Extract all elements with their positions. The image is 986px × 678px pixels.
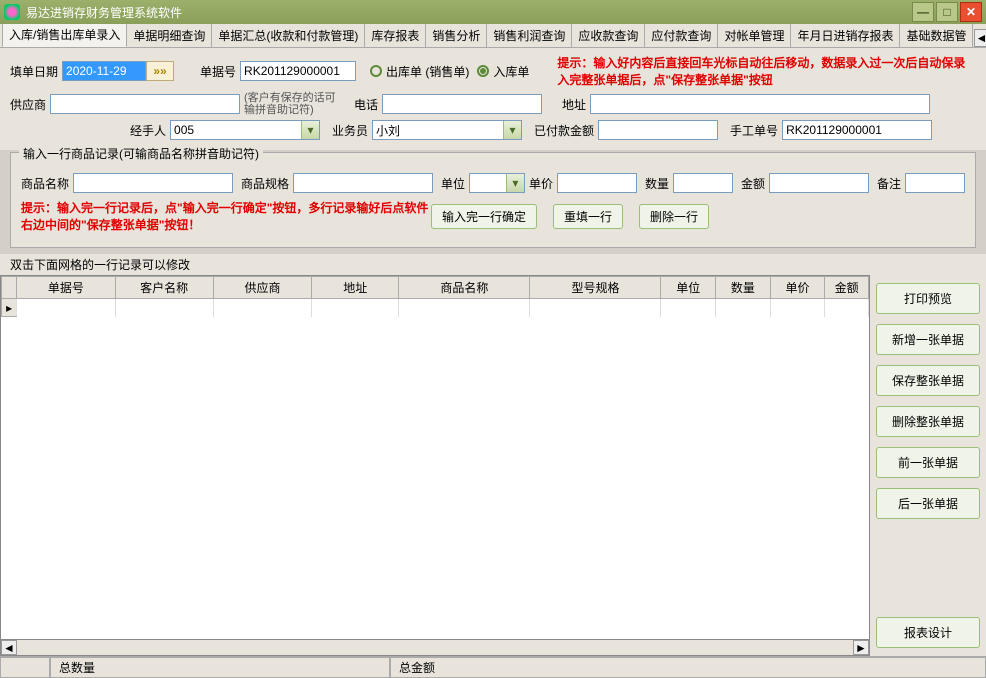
manual-label: 手工单号 (730, 122, 778, 139)
col-amount[interactable]: 金额 (825, 277, 869, 299)
close-button[interactable]: ✕ (960, 2, 982, 22)
item-hint: 提示：输入完一行记录后，点"输入完一行确定"按钮，多行记录输好后点软件右边中间的… (21, 199, 431, 233)
tab-payable[interactable]: 应付款查询 (644, 24, 718, 47)
tab-report[interactable]: 年月日进销存报表 (790, 24, 900, 47)
date-label: 填单日期 (10, 63, 58, 80)
total-qty-label: 总数量 (50, 657, 390, 678)
item-remark-label: 备注 (877, 175, 901, 192)
phone-label: 电话 (354, 96, 378, 113)
app-icon (4, 4, 20, 20)
header-form: 填单日期 »» 单据号 出库单 (销售单) 入库单 提示：输入好内容后直接回车光… (0, 48, 986, 150)
reset-line-button[interactable]: 重填一行 (553, 204, 623, 229)
item-amount-label: 金额 (741, 175, 765, 192)
col-spec[interactable]: 型号规格 (530, 277, 661, 299)
supplier-label: 供应商 (10, 96, 46, 113)
scroll-left-icon[interactable]: ◄ (1, 640, 17, 655)
phone-input[interactable] (382, 94, 542, 114)
total-amt-label: 总金额 (390, 657, 986, 678)
new-doc-button[interactable]: 新增一张单据 (876, 324, 980, 355)
window-title: 易达进销存财务管理系统软件 (26, 4, 912, 21)
col-price[interactable]: 单价 (770, 277, 825, 299)
save-doc-button[interactable]: 保存整张单据 (876, 365, 980, 396)
item-spec-input[interactable] (293, 173, 433, 193)
tab-entry[interactable]: 入库/销售出库单录入 (2, 24, 127, 47)
prev-doc-button[interactable]: 前一张单据 (876, 447, 980, 478)
tab-basedata[interactable]: 基础数据管 (899, 24, 973, 47)
item-name-label: 商品名称 (21, 175, 69, 192)
delete-line-button[interactable]: 删除一行 (639, 204, 709, 229)
date-input[interactable] (62, 61, 146, 81)
docno-input[interactable] (240, 61, 356, 81)
data-grid[interactable]: 单据号 客户名称 供应商 地址 商品名称 型号规格 单位 数量 单价 金额 ▸ (0, 275, 870, 640)
radio-inbound[interactable]: 入库单 (477, 63, 529, 80)
col-unit[interactable]: 单位 (661, 277, 716, 299)
next-doc-button[interactable]: 后一张单据 (876, 488, 980, 519)
col-qty[interactable]: 数量 (716, 277, 771, 299)
grid-label: 双击下面网格的一行记录可以修改 (0, 254, 986, 275)
tab-statement[interactable]: 对帐单管理 (717, 24, 791, 47)
handler-label: 经手人 (130, 122, 166, 139)
delete-doc-button[interactable]: 删除整张单据 (876, 406, 980, 437)
tab-detail[interactable]: 单据明细查询 (126, 24, 212, 47)
col-address[interactable]: 地址 (312, 277, 399, 299)
supplier-hint: (客户有保存的话可输拼音助记符) (244, 92, 344, 116)
item-remark-input[interactable] (905, 173, 965, 193)
grid-hscroll[interactable]: ◄ ► (0, 640, 870, 656)
action-sidebar: 打印预览 新增一张单据 保存整张单据 删除整张单据 前一张单据 后一张单据 报表… (870, 275, 986, 656)
chevron-down-icon[interactable]: ▾ (301, 121, 319, 139)
clerk-select[interactable]: 小刘 ▾ (372, 120, 522, 140)
paid-label: 已付款金额 (534, 122, 594, 139)
chevron-down-icon[interactable]: ▾ (506, 174, 524, 192)
current-row-marker-icon: ▸ (2, 299, 17, 317)
item-entry-legend: 输入一行商品记录(可输商品名称拼音助记符) (19, 145, 263, 162)
scroll-right-icon[interactable]: ► (853, 640, 869, 655)
table-row[interactable]: ▸ (2, 299, 869, 317)
docno-label: 单据号 (200, 63, 236, 80)
manual-input[interactable] (782, 120, 932, 140)
col-supplier[interactable]: 供应商 (213, 277, 311, 299)
col-customer[interactable]: 客户名称 (115, 277, 213, 299)
maximize-button[interactable]: □ (936, 2, 958, 22)
tab-scroll-left-icon[interactable]: ◄ (974, 29, 986, 47)
item-unit-label: 单位 (441, 175, 465, 192)
item-qty-input[interactable] (673, 173, 733, 193)
item-entry-group: 输入一行商品记录(可输商品名称拼音助记符) 商品名称 商品规格 单位 ▾ 单价 … (10, 152, 976, 248)
print-preview-button[interactable]: 打印预览 (876, 283, 980, 314)
tabbar: 入库/销售出库单录入 单据明细查询 单据汇总(收款和付款管理) 库存报表 销售分… (0, 24, 986, 48)
item-name-input[interactable] (73, 173, 233, 193)
tab-stock[interactable]: 库存报表 (364, 24, 426, 47)
supplier-input[interactable] (50, 94, 240, 114)
confirm-line-button[interactable]: 输入完一行确定 (431, 204, 537, 229)
tab-sales[interactable]: 销售分析 (425, 24, 487, 47)
hint-top: 提示：输入好内容后直接回车光标自动往后移动，数据录入过一次后自动保录入完整张单据… (557, 54, 976, 88)
handler-select[interactable]: 005 ▾ (170, 120, 320, 140)
address-label: 地址 (562, 96, 586, 113)
tab-profit[interactable]: 销售利润查询 (486, 24, 572, 47)
item-spec-label: 商品规格 (241, 175, 289, 192)
date-next-button[interactable]: »» (146, 61, 174, 81)
item-unit-select[interactable]: ▾ (469, 173, 525, 193)
report-design-button[interactable]: 报表设计 (876, 617, 980, 648)
col-itemname[interactable]: 商品名称 (399, 277, 530, 299)
col-docno[interactable]: 单据号 (17, 277, 115, 299)
tab-receivable[interactable]: 应收款查询 (571, 24, 645, 47)
tab-summary[interactable]: 单据汇总(收款和付款管理) (211, 24, 365, 47)
item-price-input[interactable] (557, 173, 637, 193)
item-amount-input[interactable] (769, 173, 869, 193)
paid-input[interactable] (598, 120, 718, 140)
row-marker-header (2, 277, 17, 299)
footer-spacer (0, 657, 50, 678)
item-price-label: 单价 (529, 175, 553, 192)
titlebar: 易达进销存财务管理系统软件 — □ ✕ (0, 0, 986, 24)
status-bar: 总数量 总金额 (0, 656, 986, 678)
item-qty-label: 数量 (645, 175, 669, 192)
address-input[interactable] (590, 94, 930, 114)
minimize-button[interactable]: — (912, 2, 934, 22)
radio-outbound[interactable]: 出库单 (销售单) (370, 63, 469, 80)
chevron-down-icon[interactable]: ▾ (503, 121, 521, 139)
clerk-label: 业务员 (332, 122, 368, 139)
